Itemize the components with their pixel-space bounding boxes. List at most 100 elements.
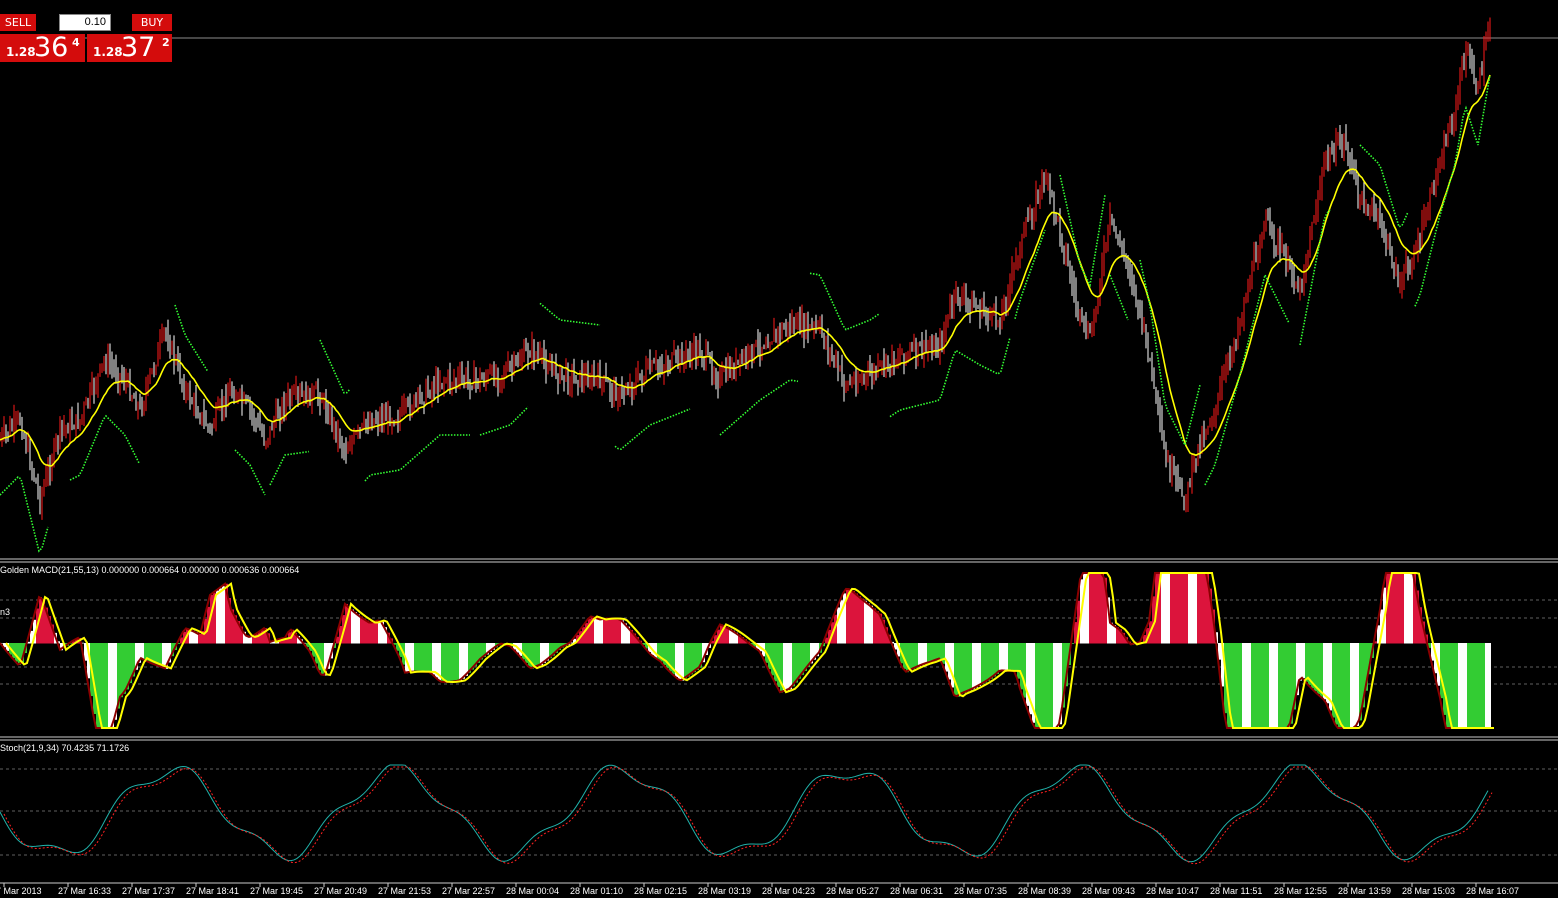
macd-histogram-bar xyxy=(969,643,972,691)
chart-canvas[interactable] xyxy=(0,0,1558,898)
macd-histogram-bar xyxy=(123,643,126,694)
macd-histogram-bar xyxy=(837,607,840,644)
macd-histogram-bar xyxy=(111,643,114,729)
macd-histogram-bar xyxy=(15,643,18,662)
macd-histogram-bar xyxy=(696,643,699,670)
macd-histogram-bar xyxy=(867,603,870,644)
time-axis-label: 27 Mar 20:49 xyxy=(314,886,368,896)
time-axis-label: 28 Mar 13:59 xyxy=(1338,886,1392,896)
sell-price-button[interactable]: 1.28 36 4 xyxy=(0,32,85,63)
time-axis-label: 7 Mar 2013 xyxy=(0,886,42,896)
macd-histogram-bar xyxy=(1095,573,1098,644)
stoch-indicator-label: Stoch(21,9,34) 70.4235 71.1726 xyxy=(0,743,130,753)
macd-histogram-bar xyxy=(1485,643,1488,729)
macd-histogram-bar xyxy=(1050,643,1053,729)
macd-histogram-bar xyxy=(1404,573,1407,644)
macd-histogram-bar xyxy=(1086,573,1089,644)
macd-histogram-bar xyxy=(924,643,927,665)
macd-histogram-bar xyxy=(411,643,414,673)
macd-histogram-bar xyxy=(459,643,462,681)
lot-size-input[interactable]: 0.10 xyxy=(59,14,111,31)
sell-price-fraction: 4 xyxy=(72,36,80,49)
time-axis-label: 28 Mar 00:04 xyxy=(506,886,560,896)
macd-histogram-bar xyxy=(366,620,369,644)
macd-histogram-bar xyxy=(786,643,789,691)
trailing-stop-dots xyxy=(889,337,1011,418)
macd-histogram-bar xyxy=(1401,573,1404,644)
macd-histogram-bar xyxy=(375,621,378,644)
macd-histogram-bar xyxy=(1056,643,1059,729)
macd-histogram-bar xyxy=(141,643,144,659)
time-axis-label: 27 Mar 16:33 xyxy=(58,886,112,896)
macd-histogram-bar xyxy=(1176,573,1179,644)
macd-histogram-bar xyxy=(1197,573,1200,644)
macd-histogram-bar xyxy=(1407,573,1410,644)
time-axis-label: 28 Mar 03:19 xyxy=(698,886,752,896)
time-axis-label: 27 Mar 17:37 xyxy=(122,886,176,896)
macd-histogram-bar xyxy=(351,609,354,644)
time-axis-label: 28 Mar 05:27 xyxy=(826,886,880,896)
macd-histogram-bar xyxy=(1317,643,1320,695)
trailing-stop-dots xyxy=(234,449,266,496)
trailing-stop-dots xyxy=(479,406,529,436)
macd-histogram-bar xyxy=(1356,643,1359,727)
macd-histogram-bar xyxy=(1410,573,1413,644)
macd-histogram-bar xyxy=(1452,643,1455,729)
macd-histogram-bar xyxy=(1041,643,1044,729)
sell-button[interactable]: SELL xyxy=(0,14,36,31)
macd-histogram-bar xyxy=(930,643,933,663)
macd-histogram-bar xyxy=(789,643,792,690)
macd-histogram-bar xyxy=(1017,643,1020,679)
macd-histogram-bar xyxy=(783,643,786,692)
macd-histogram-bar xyxy=(414,643,417,673)
macd-histogram-bar xyxy=(363,618,366,644)
macd-histogram-bar xyxy=(1011,643,1014,672)
macd-histogram-bar xyxy=(357,614,360,644)
macd-histogram-bar xyxy=(612,618,615,644)
macd-level-mark: n3 xyxy=(0,607,11,617)
macd-histogram-bar xyxy=(1170,573,1173,644)
macd-histogram-bar xyxy=(996,643,999,675)
buy-price-button[interactable]: 1.28 37 2 xyxy=(87,32,172,63)
time-axis-label: 27 Mar 18:41 xyxy=(186,886,240,896)
macd-histogram-bar xyxy=(939,643,942,660)
macd-histogram-bar xyxy=(1203,573,1206,644)
time-axis-label: 27 Mar 21:53 xyxy=(378,886,432,896)
macd-histogram-bar xyxy=(981,643,984,685)
trailing-stop-dots xyxy=(269,450,310,486)
macd-histogram-bar xyxy=(1098,573,1101,644)
macd-histogram-bar xyxy=(1161,573,1164,644)
macd-histogram-bar xyxy=(1305,643,1308,682)
macd-histogram-bar xyxy=(1266,643,1269,729)
macd-histogram-bar xyxy=(693,643,696,673)
macd-histogram-bar xyxy=(372,622,375,644)
macd-histogram-bar xyxy=(420,643,423,673)
macd-histogram-bar xyxy=(912,643,915,670)
stoch-main-line xyxy=(0,764,1489,863)
macd-histogram-bar xyxy=(1002,643,1005,671)
macd-histogram-bar xyxy=(990,643,993,679)
macd-indicator-label: Golden MACD(21,55,13) 0.000000 0.000664 … xyxy=(0,565,300,575)
macd-histogram-bar xyxy=(909,643,912,671)
macd-histogram-bar xyxy=(222,586,225,644)
time-axis-label: 28 Mar 02:15 xyxy=(634,886,688,896)
buy-button[interactable]: BUY xyxy=(132,14,172,31)
macd-histogram-bar xyxy=(525,643,528,663)
macd-histogram-bar xyxy=(1251,643,1254,729)
macd-histogram-bar xyxy=(1200,573,1203,644)
time-axis-label: 28 Mar 11:51 xyxy=(1210,886,1263,896)
macd-histogram-bar xyxy=(1260,643,1263,729)
macd-histogram-bar xyxy=(603,618,606,644)
macd-histogram-bar xyxy=(1239,643,1242,729)
macd-histogram-bar xyxy=(1008,643,1011,672)
macd-histogram-bar xyxy=(927,643,930,664)
macd-histogram-bar xyxy=(933,643,936,662)
macd-histogram-bar xyxy=(453,643,456,683)
macd-histogram-bar xyxy=(1014,643,1017,672)
macd-histogram-bar xyxy=(465,643,468,676)
time-axis-label: 28 Mar 10:47 xyxy=(1146,886,1200,896)
macd-histogram-bar xyxy=(771,643,774,676)
macd-histogram-bar xyxy=(690,643,693,675)
macd-histogram-bar xyxy=(855,593,858,644)
macd-histogram-bar xyxy=(444,643,447,683)
